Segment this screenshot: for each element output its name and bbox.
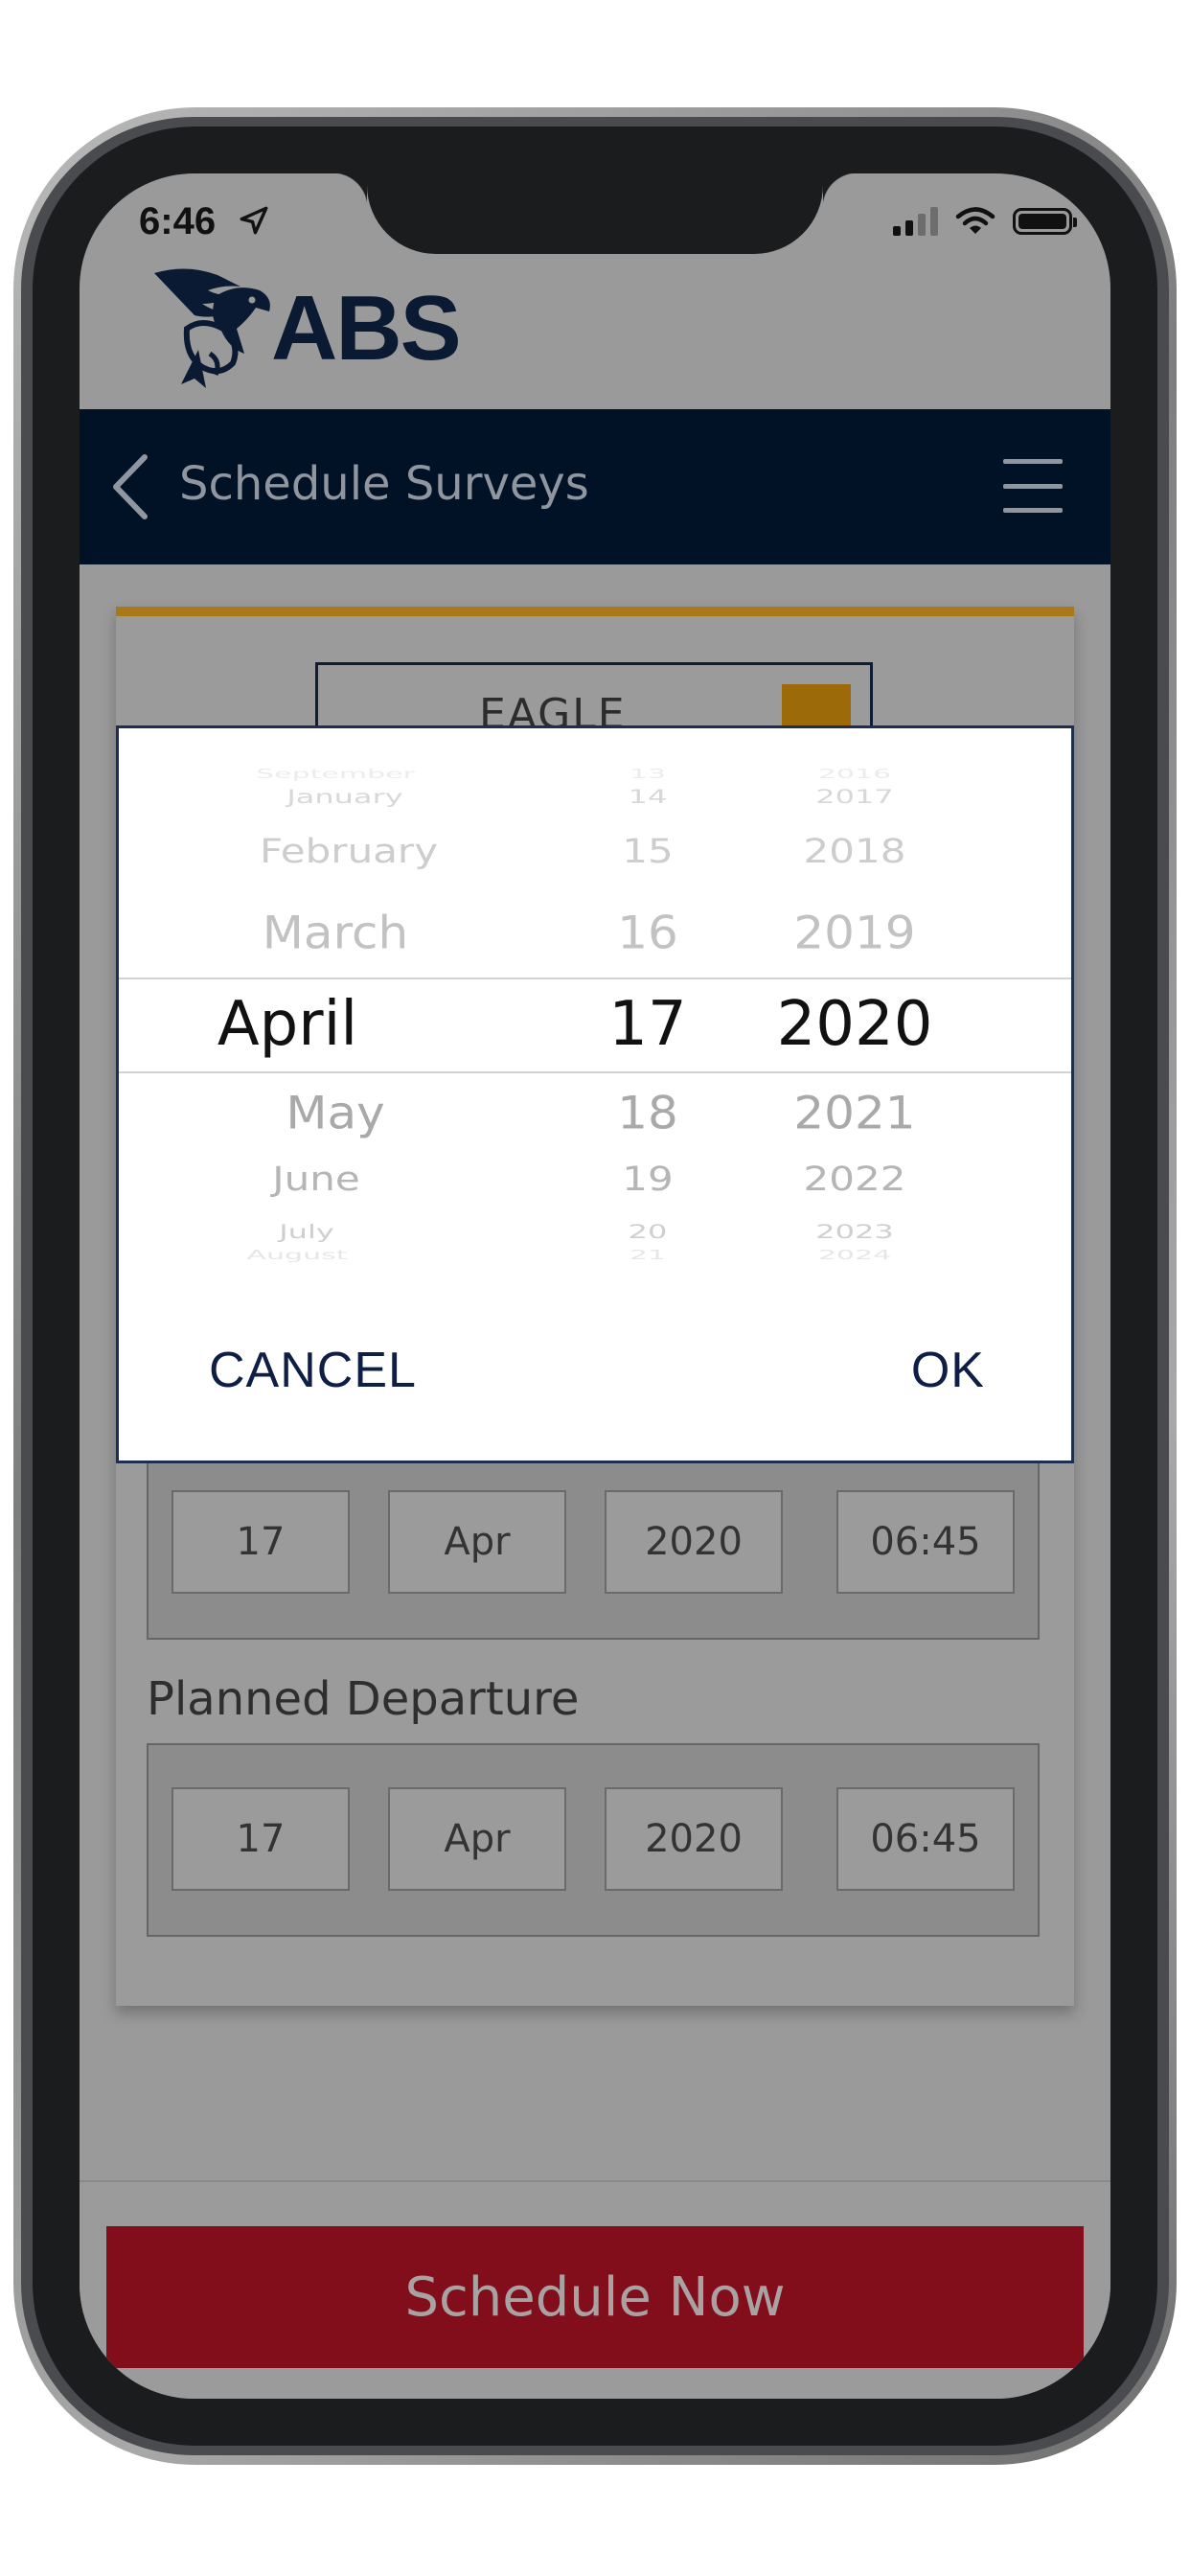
status-icons [893, 206, 1077, 237]
picker-year-option[interactable]: 2018 [804, 832, 906, 870]
picker-day-option[interactable]: 16 [617, 907, 678, 959]
date-picker-dialog: September January February March April May Jun… [116, 725, 1074, 1463]
date-picker-wheels[interactable]: September January February March April May Jun… [119, 767, 1071, 1265]
location-arrow-icon [240, 206, 268, 235]
departure-year-field[interactable]: 2020 [605, 1787, 783, 1891]
picker-day-option[interactable]: 19 [622, 1160, 673, 1198]
picker-day-option[interactable]: 13 [629, 767, 666, 782]
hamburger-menu-icon[interactable] [1003, 459, 1063, 513]
departure-label: Planned Departure [147, 1672, 580, 1726]
picker-day-option[interactable]: 17 [608, 989, 686, 1060]
back-chevron-icon[interactable] [106, 453, 156, 520]
departure-day-field[interactable]: 17 [172, 1787, 350, 1891]
picker-month-option[interactable]: January [286, 786, 402, 808]
departure-month-field[interactable]: Apr [388, 1787, 566, 1891]
picker-month-option[interactable]: May [286, 1087, 384, 1139]
picker-day-option[interactable]: 15 [622, 832, 673, 870]
picker-year-option[interactable]: 2024 [818, 1248, 891, 1263]
picker-selection-top-line [119, 978, 1071, 979]
eagle-emblem-icon [154, 268, 270, 388]
page-title: Schedule Surveys [179, 457, 589, 511]
picker-year-option[interactable]: 2017 [815, 786, 893, 808]
picker-month-option[interactable]: September [256, 767, 415, 782]
cellular-signal-icon [893, 207, 938, 236]
arrival-year-field[interactable]: 2020 [605, 1490, 783, 1594]
picker-month-option[interactable]: August [247, 1248, 348, 1263]
abs-logo: ABS [149, 262, 462, 396]
picker-year-option[interactable]: 2019 [793, 907, 915, 959]
departure-date-group: 17 Apr 2020 06:45 [147, 1743, 1040, 1937]
card-accent-bar [116, 607, 1074, 616]
picker-day-option[interactable]: 18 [617, 1087, 678, 1139]
picker-year-option[interactable]: 2021 [793, 1087, 915, 1139]
cancel-button[interactable]: CANCEL [209, 1342, 417, 1399]
picker-year-option[interactable]: 2023 [815, 1221, 893, 1243]
logo-wordmark: ABS [271, 277, 462, 380]
schedule-now-button[interactable]: Schedule Now [106, 2226, 1084, 2368]
picker-month-option[interactable]: April [217, 989, 357, 1060]
picker-month-option[interactable]: July [279, 1221, 334, 1243]
picker-year-option[interactable]: 2022 [804, 1160, 906, 1198]
picker-day-option[interactable]: 21 [629, 1248, 666, 1263]
picker-year-option[interactable]: 2020 [777, 989, 933, 1060]
picker-month-option[interactable]: February [260, 832, 438, 870]
battery-icon [1013, 208, 1077, 235]
picker-year-option[interactable]: 2016 [818, 767, 891, 782]
picker-month-option[interactable]: March [263, 907, 408, 959]
app-screen: 6:46 ABS Schedule Surveys EAGLE 17 Apr 2… [80, 173, 1110, 2399]
picker-selection-bottom-line [119, 1071, 1071, 1073]
arrival-date-group: 17 Apr 2020 06:45 [147, 1446, 1040, 1640]
picker-day-option[interactable]: 14 [629, 786, 668, 808]
navigation-bar: Schedule Surveys [80, 409, 1110, 564]
status-time: 6:46 [139, 200, 217, 242]
picker-month-option[interactable]: June [272, 1160, 359, 1198]
ok-button[interactable]: OK [911, 1342, 985, 1399]
picker-day-option[interactable]: 20 [629, 1221, 668, 1243]
arrival-month-field[interactable]: Apr [388, 1490, 566, 1594]
departure-time-field[interactable]: 06:45 [836, 1787, 1015, 1891]
arrival-day-field[interactable]: 17 [172, 1490, 350, 1594]
wifi-icon [955, 207, 995, 234]
arrival-time-field[interactable]: 06:45 [836, 1490, 1015, 1594]
phone-notch [332, 173, 858, 254]
